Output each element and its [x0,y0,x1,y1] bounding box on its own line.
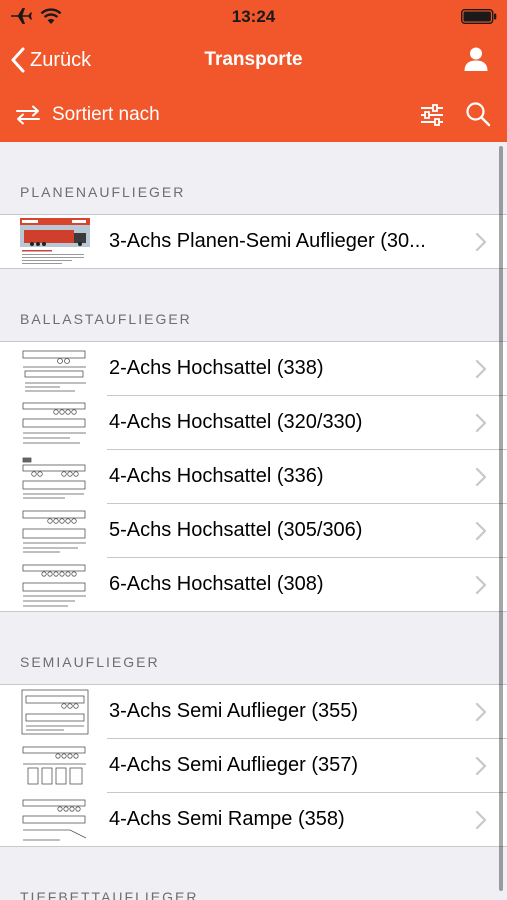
list-item[interactable]: 3-Achs Planen-Semi Auflieger (30... [0,215,507,269]
list-item-label: 2-Achs Hochsattel (338) [109,357,324,379]
section-header-tiefbettauflieger: TIEFBETTAUFLIEGER [0,847,507,900]
transport-list: PLANENAUFLIEGER 3-Achs Planen-Semi Aufli… [0,142,507,900]
list-item[interactable]: 4-Achs Semi Auflieger (357) [0,739,507,793]
user-icon[interactable] [463,46,489,72]
trailer-drawing-thumbnail [20,561,90,609]
sort-toolbar: Sortiert nach [0,88,507,142]
chevron-right-icon [475,232,487,252]
search-icon[interactable] [465,101,491,127]
status-time: 13:24 [231,7,276,26]
chevron-right-icon [475,467,487,487]
trailer-drawing-thumbnail [20,688,90,736]
list-item-label: 4-Achs Hochsattel (336) [109,465,324,487]
list-item[interactable]: 6-Achs Hochsattel (308) [0,558,507,612]
sort-label: Sortiert nach [52,104,160,125]
list-item-label: 4-Achs Semi Auflieger (357) [109,754,359,776]
chevron-right-icon [475,413,487,433]
sliders-icon[interactable] [419,102,445,128]
list-item[interactable]: 4-Achs Semi Rampe (358) [0,793,507,847]
list-item-label: 3-Achs Planen-Semi Auflieger (30... [109,230,426,252]
list-item-label: 4-Achs Hochsattel (320/330) [109,411,363,433]
list-item[interactable]: 4-Achs Hochsattel (336) [0,450,507,504]
list-item[interactable]: 4-Achs Hochsattel (320/330) [0,396,507,450]
chevron-right-icon [475,810,487,830]
sort-button[interactable]: Sortiert nach [14,100,160,130]
list-item-label: 6-Achs Hochsattel (308) [109,573,324,595]
section-header-semiauflieger: SEMIAUFLIEGER [0,612,507,685]
status-bar: 13:24 [0,0,507,32]
section-header-planenauflieger: PLANENAUFLIEGER [0,142,507,215]
list-item-label: 4-Achs Semi Rampe (358) [109,808,345,830]
trailer-drawing-thumbnail [20,453,90,501]
list-item-label: 5-Achs Hochsattel (305/306) [109,519,363,541]
trailer-drawing-thumbnail [20,507,90,555]
trailer-drawing-thumbnail [20,345,90,393]
chevron-right-icon [475,756,487,776]
trailer-drawing-thumbnail [20,399,90,447]
section-header-ballastauflieger: BALLASTAUFLIEGER [0,269,507,342]
list-item-label: 3-Achs Semi Auflieger (355) [109,700,359,722]
battery-icon [461,9,497,24]
list-item[interactable]: 2-Achs Hochsattel (338) [0,342,507,396]
list-item[interactable]: 5-Achs Hochsattel (305/306) [0,504,507,558]
page-title: Transporte [204,49,303,70]
chevron-right-icon [475,521,487,541]
chevron-right-icon [475,575,487,595]
chevron-right-icon [475,702,487,722]
trailer-drawing-thumbnail [20,796,90,844]
navigation-bar: Zurück Transporte [0,32,507,88]
list-item[interactable]: 3-Achs Semi Auflieger (355) [0,685,507,739]
trailer-thumbnail [20,218,90,266]
scrollbar[interactable] [499,146,503,891]
chevron-right-icon [475,359,487,379]
screen: 13:24 Zurück Transporte Sortiert nach PL… [0,0,507,900]
swap-arrows-icon [16,105,40,125]
trailer-drawing-thumbnail [20,742,90,790]
